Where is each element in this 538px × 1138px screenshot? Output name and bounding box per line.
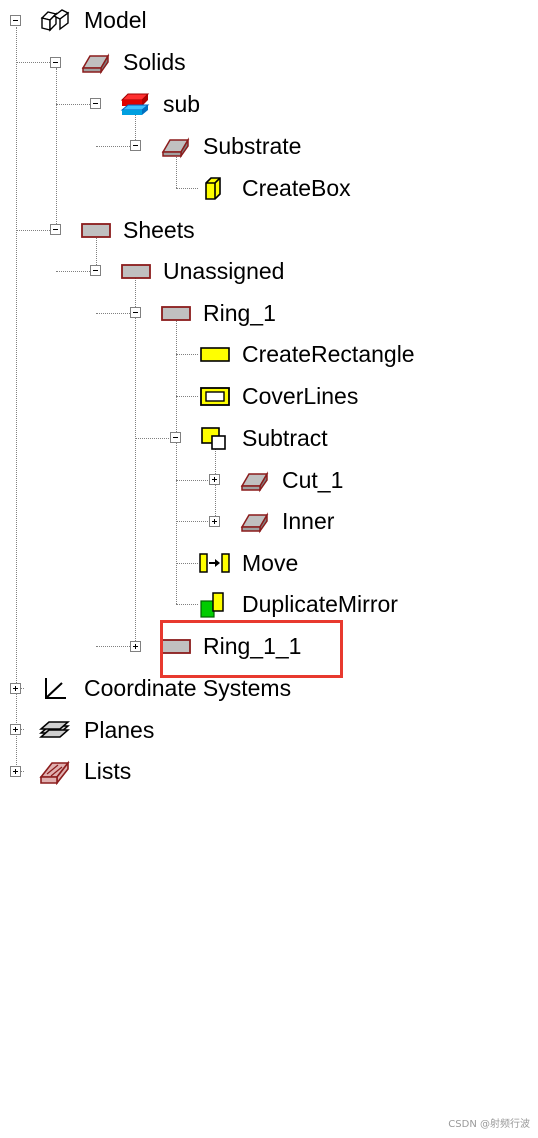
tree-node-createbox[interactable]: CreateBox xyxy=(242,174,351,202)
tree-node-move[interactable]: Move xyxy=(242,549,298,577)
tree-connector xyxy=(56,68,57,230)
tree-node-substrate[interactable]: Substrate xyxy=(203,132,301,160)
expand-toggle-inner[interactable] xyxy=(209,516,220,527)
material-layers-icon xyxy=(116,90,150,118)
planes-icon xyxy=(38,716,72,744)
expand-toggle-ring11[interactable] xyxy=(130,641,141,652)
expand-toggle-planes[interactable] xyxy=(10,724,21,735)
tree-node-unassigned[interactable]: Unassigned xyxy=(163,257,284,285)
tree-connector xyxy=(176,188,198,189)
solid-box-icon xyxy=(78,48,112,76)
tree-node-subtract[interactable]: Subtract xyxy=(242,424,328,452)
tree-connector xyxy=(16,27,17,771)
collapse-toggle-subtract[interactable] xyxy=(170,432,181,443)
tree-node-lists[interactable]: Lists xyxy=(84,757,131,785)
tree-connector xyxy=(176,354,198,355)
collapse-toggle-sheets[interactable] xyxy=(50,224,61,235)
watermark: CSDN @射频行波 xyxy=(448,1119,530,1130)
tree-connector xyxy=(176,563,198,564)
collapse-toggle-unassigned[interactable] xyxy=(90,265,101,276)
tree-node-coordinate-systems[interactable]: Coordinate Systems xyxy=(84,674,291,702)
tree-node-duplicatemirror[interactable]: DuplicateMirror xyxy=(242,590,398,618)
move-icon xyxy=(198,549,232,577)
tree-node-model[interactable]: Model xyxy=(84,6,147,34)
solid-box-icon xyxy=(237,507,271,535)
subtract-icon xyxy=(198,424,232,452)
model-tree: Model Solids sub Substrate CreateBox She… xyxy=(0,0,538,800)
tree-node-createrectangle[interactable]: CreateRectangle xyxy=(242,340,415,368)
coordinate-axes-icon xyxy=(38,674,72,702)
collapse-toggle-sub[interactable] xyxy=(90,98,101,109)
tree-node-solids[interactable]: Solids xyxy=(123,48,186,76)
model-icon xyxy=(38,6,72,34)
sheet-icon xyxy=(158,299,192,327)
collapse-toggle-substrate[interactable] xyxy=(130,140,141,151)
collapse-toggle-model[interactable] xyxy=(10,15,21,26)
expand-toggle-coordinate-systems[interactable] xyxy=(10,683,21,694)
tree-connector xyxy=(176,318,177,604)
solid-box-icon xyxy=(237,466,271,494)
lists-icon xyxy=(38,757,72,785)
tree-connector xyxy=(135,277,136,647)
expand-toggle-lists[interactable] xyxy=(10,766,21,777)
tree-connector xyxy=(176,604,198,605)
duplicate-mirror-icon xyxy=(198,590,232,618)
collapse-toggle-ring1[interactable] xyxy=(130,307,141,318)
tree-node-planes[interactable]: Planes xyxy=(84,716,154,744)
tree-node-sub[interactable]: sub xyxy=(163,90,200,118)
sheet-icon xyxy=(118,257,152,285)
rectangle-icon xyxy=(198,340,232,368)
selection-highlight-box xyxy=(160,620,343,678)
tree-node-inner[interactable]: Inner xyxy=(282,507,334,535)
collapse-toggle-solids[interactable] xyxy=(50,57,61,68)
tree-connector xyxy=(176,396,198,397)
tree-connector xyxy=(135,438,175,439)
tree-node-sheets[interactable]: Sheets xyxy=(123,216,195,244)
tree-node-ring1[interactable]: Ring_1 xyxy=(203,299,276,327)
sheet-icon xyxy=(78,216,112,244)
solid-box-icon xyxy=(158,132,192,160)
expand-toggle-cut1[interactable] xyxy=(209,474,220,485)
tree-node-coverlines[interactable]: CoverLines xyxy=(242,382,358,410)
tree-node-cut1[interactable]: Cut_1 xyxy=(282,466,343,494)
cover-lines-icon xyxy=(198,382,232,410)
create-box-icon xyxy=(198,174,232,202)
